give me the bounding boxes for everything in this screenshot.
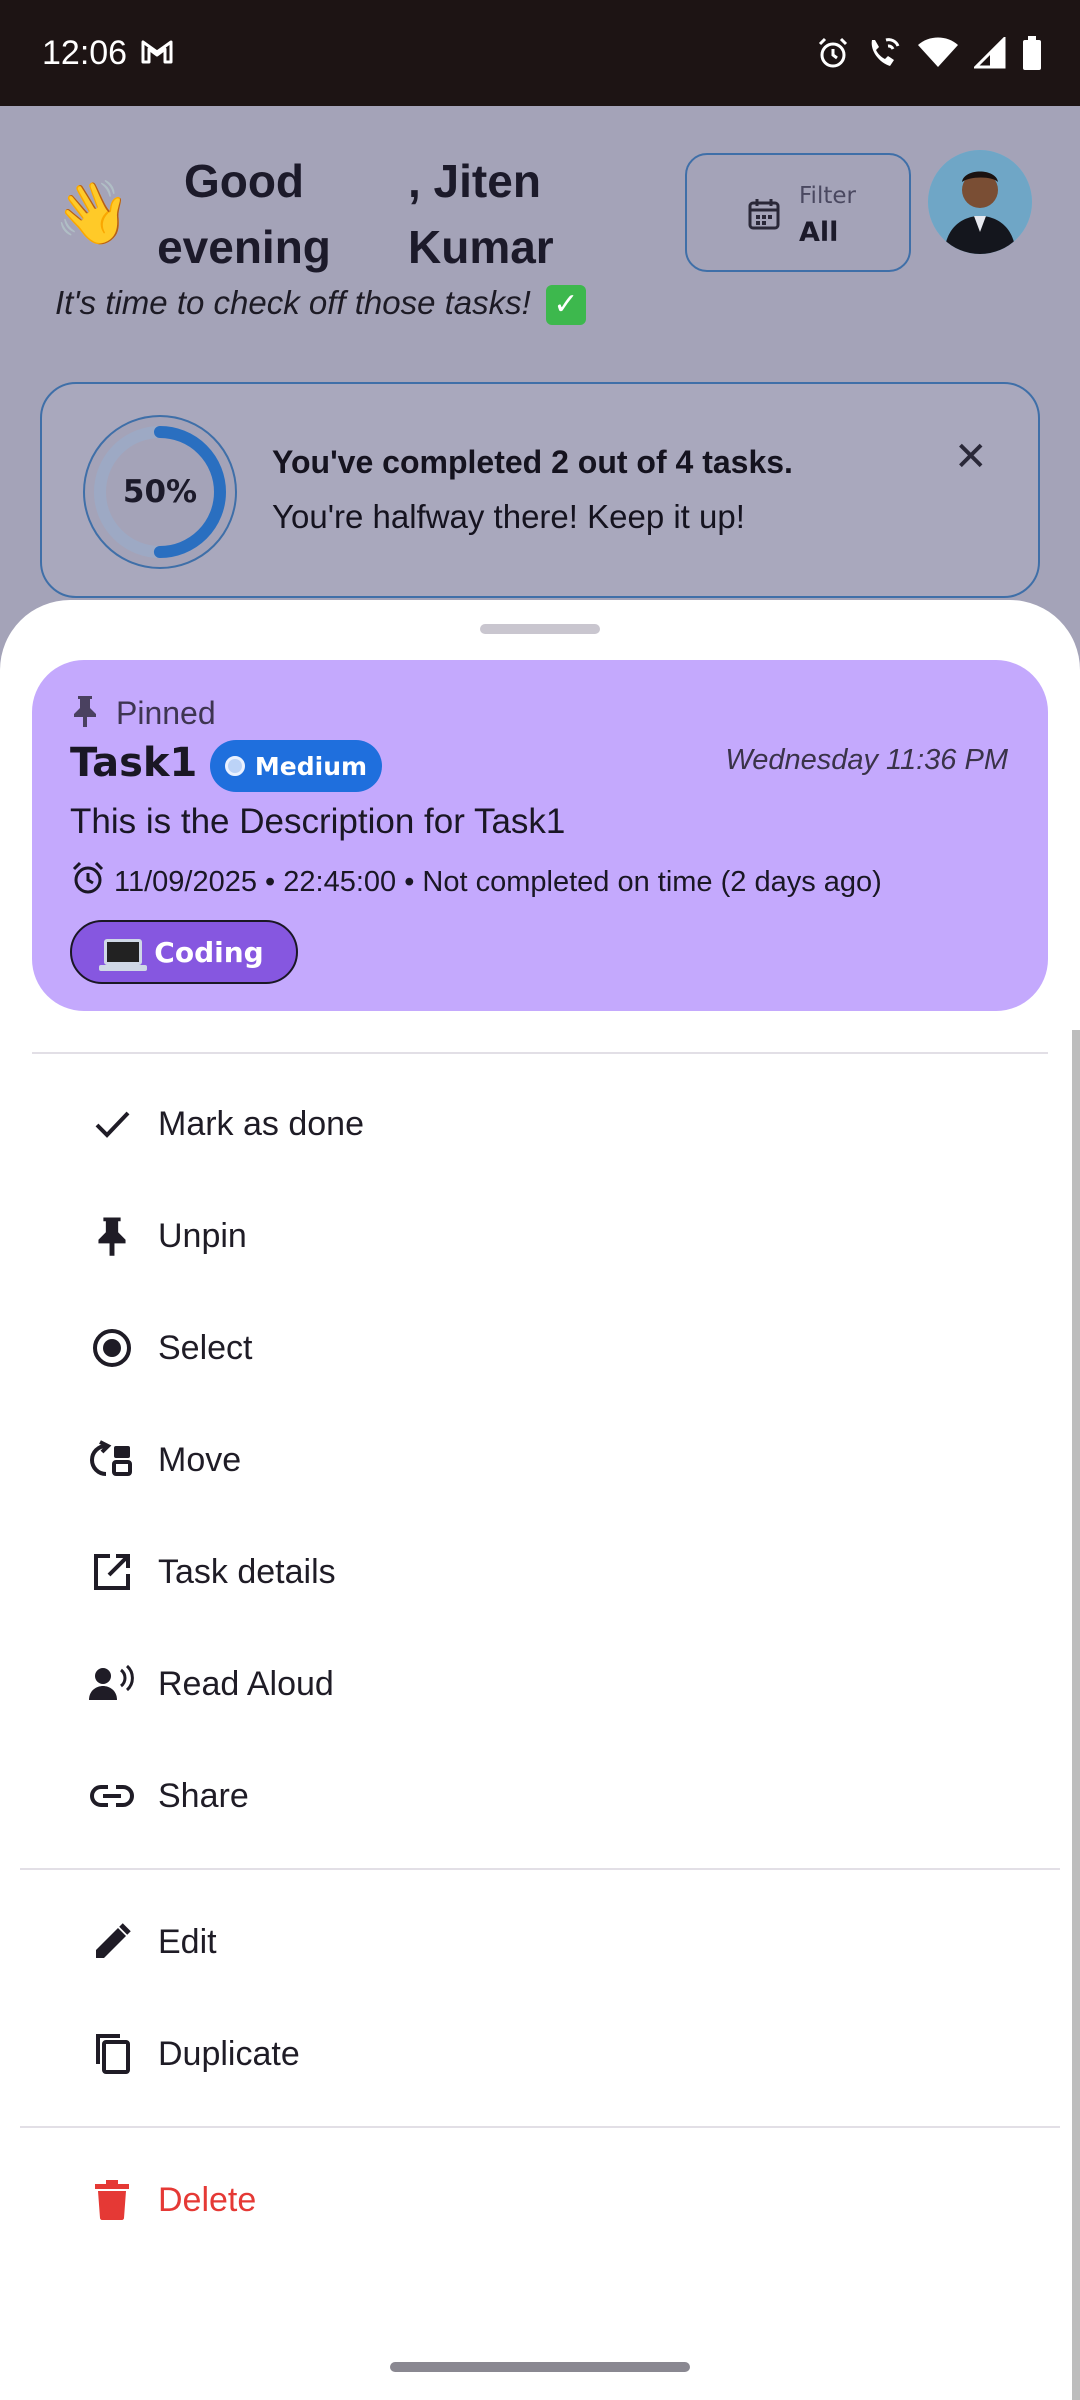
progress-card: 50% You've completed 2 out of 4 tasks. Y… xyxy=(40,382,1040,598)
pinned-label: Pinned xyxy=(116,694,216,731)
divider xyxy=(20,1868,1060,1870)
pin-icon xyxy=(72,694,98,732)
alarm-icon xyxy=(70,860,106,904)
progress-title: You've completed 2 out of 4 tasks. xyxy=(272,444,793,480)
pin-icon xyxy=(88,1212,136,1260)
record-voice-icon xyxy=(88,1660,136,1708)
task-due: 11/09/2025 • 22:45:00 • Not completed on… xyxy=(70,860,882,904)
task-options-sheet: Pinned Task1 Medium Wednesday 11:36 PM T… xyxy=(0,600,1080,2400)
calendar-icon xyxy=(747,197,781,235)
menu-label: Move xyxy=(158,1440,242,1479)
pinned-indicator: Pinned xyxy=(72,694,216,732)
cell-signal-icon xyxy=(972,35,1006,73)
menu-label: Task details xyxy=(158,1552,336,1591)
wifi-calling-icon xyxy=(866,36,902,74)
filter-button[interactable]: Filter All xyxy=(685,153,911,272)
status-bar: 12:06 xyxy=(0,0,1080,106)
menu-move[interactable]: Move xyxy=(0,1404,1080,1516)
menu-unpin[interactable]: Unpin xyxy=(0,1180,1080,1292)
greeting-subtitle: It's time to check off those tasks! ✓ xyxy=(55,284,586,326)
progress-subtitle: You're halfway there! Keep it up! xyxy=(272,498,745,535)
menu-label: Delete xyxy=(158,2180,257,2219)
menu-select[interactable]: Select xyxy=(0,1292,1080,1404)
divider xyxy=(32,1052,1048,1054)
menu-edit[interactable]: Edit xyxy=(0,1886,1080,1998)
gesture-nav-bar[interactable] xyxy=(390,2362,690,2372)
menu-label: Mark as done xyxy=(158,1104,364,1143)
home-header: 👋 Good evening , Jiten Kumar It's time t… xyxy=(0,106,1080,616)
check-icon xyxy=(88,1100,136,1148)
category-label: Coding xyxy=(154,935,264,969)
open-external-icon xyxy=(88,1548,136,1596)
move-icon xyxy=(88,1436,136,1484)
laptop-icon xyxy=(99,939,148,971)
subtitle-text: It's time to check off those tasks! xyxy=(55,284,531,321)
battery-icon xyxy=(1022,36,1042,74)
filter-label: Filter xyxy=(799,183,856,209)
filter-value: All xyxy=(799,217,839,248)
menu-label: Read Aloud xyxy=(158,1664,334,1703)
priority-dot-icon xyxy=(224,756,245,776)
menu-label: Edit xyxy=(158,1922,217,1961)
category-chip[interactable]: Coding xyxy=(70,920,298,984)
greeting-text: Good evening xyxy=(157,155,331,273)
drag-handle[interactable] xyxy=(480,624,600,634)
menu-duplicate[interactable]: Duplicate xyxy=(0,1998,1080,2110)
gmail-icon xyxy=(140,38,174,70)
user-name: , Jiten Kumar xyxy=(408,155,554,273)
due-text: 11/09/2025 • 22:45:00 • Not completed on… xyxy=(114,865,882,898)
menu-delete[interactable]: Delete xyxy=(0,2144,1080,2256)
check-emoji-icon: ✓ xyxy=(546,285,586,326)
divider xyxy=(20,2126,1060,2128)
pencil-icon xyxy=(88,1918,136,1966)
menu-label: Duplicate xyxy=(158,2034,300,2073)
close-icon[interactable]: ✕ xyxy=(954,434,988,480)
progress-percent: 50% xyxy=(122,474,198,510)
menu-share[interactable]: Share xyxy=(0,1740,1080,1852)
trash-icon xyxy=(88,2176,136,2224)
menu-task-details[interactable]: Task details xyxy=(0,1516,1080,1628)
task-card[interactable]: Pinned Task1 Medium Wednesday 11:36 PM T… xyxy=(32,660,1048,1011)
radio-selected-icon xyxy=(88,1324,136,1372)
link-icon xyxy=(88,1772,136,1820)
alarm-icon xyxy=(816,36,850,74)
wifi-icon xyxy=(918,37,958,73)
task-title: Task1 xyxy=(70,740,198,786)
wave-emoji: 👋 xyxy=(54,176,132,249)
priority-badge: Medium xyxy=(210,740,382,792)
copy-icon xyxy=(88,2030,136,2078)
menu-label: Select xyxy=(158,1328,253,1367)
task-description: This is the Description for Task1 xyxy=(70,802,566,841)
status-time: 12:06 xyxy=(42,34,128,72)
avatar[interactable] xyxy=(928,150,1032,254)
task-date: Wednesday 11:36 PM xyxy=(725,744,1008,776)
priority-label: Medium xyxy=(254,751,368,781)
menu-mark-done[interactable]: Mark as done xyxy=(0,1068,1080,1180)
menu-read-aloud[interactable]: Read Aloud xyxy=(0,1628,1080,1740)
status-icons xyxy=(816,35,1042,74)
menu-label: Share xyxy=(158,1776,249,1815)
menu-label: Unpin xyxy=(158,1216,247,1255)
